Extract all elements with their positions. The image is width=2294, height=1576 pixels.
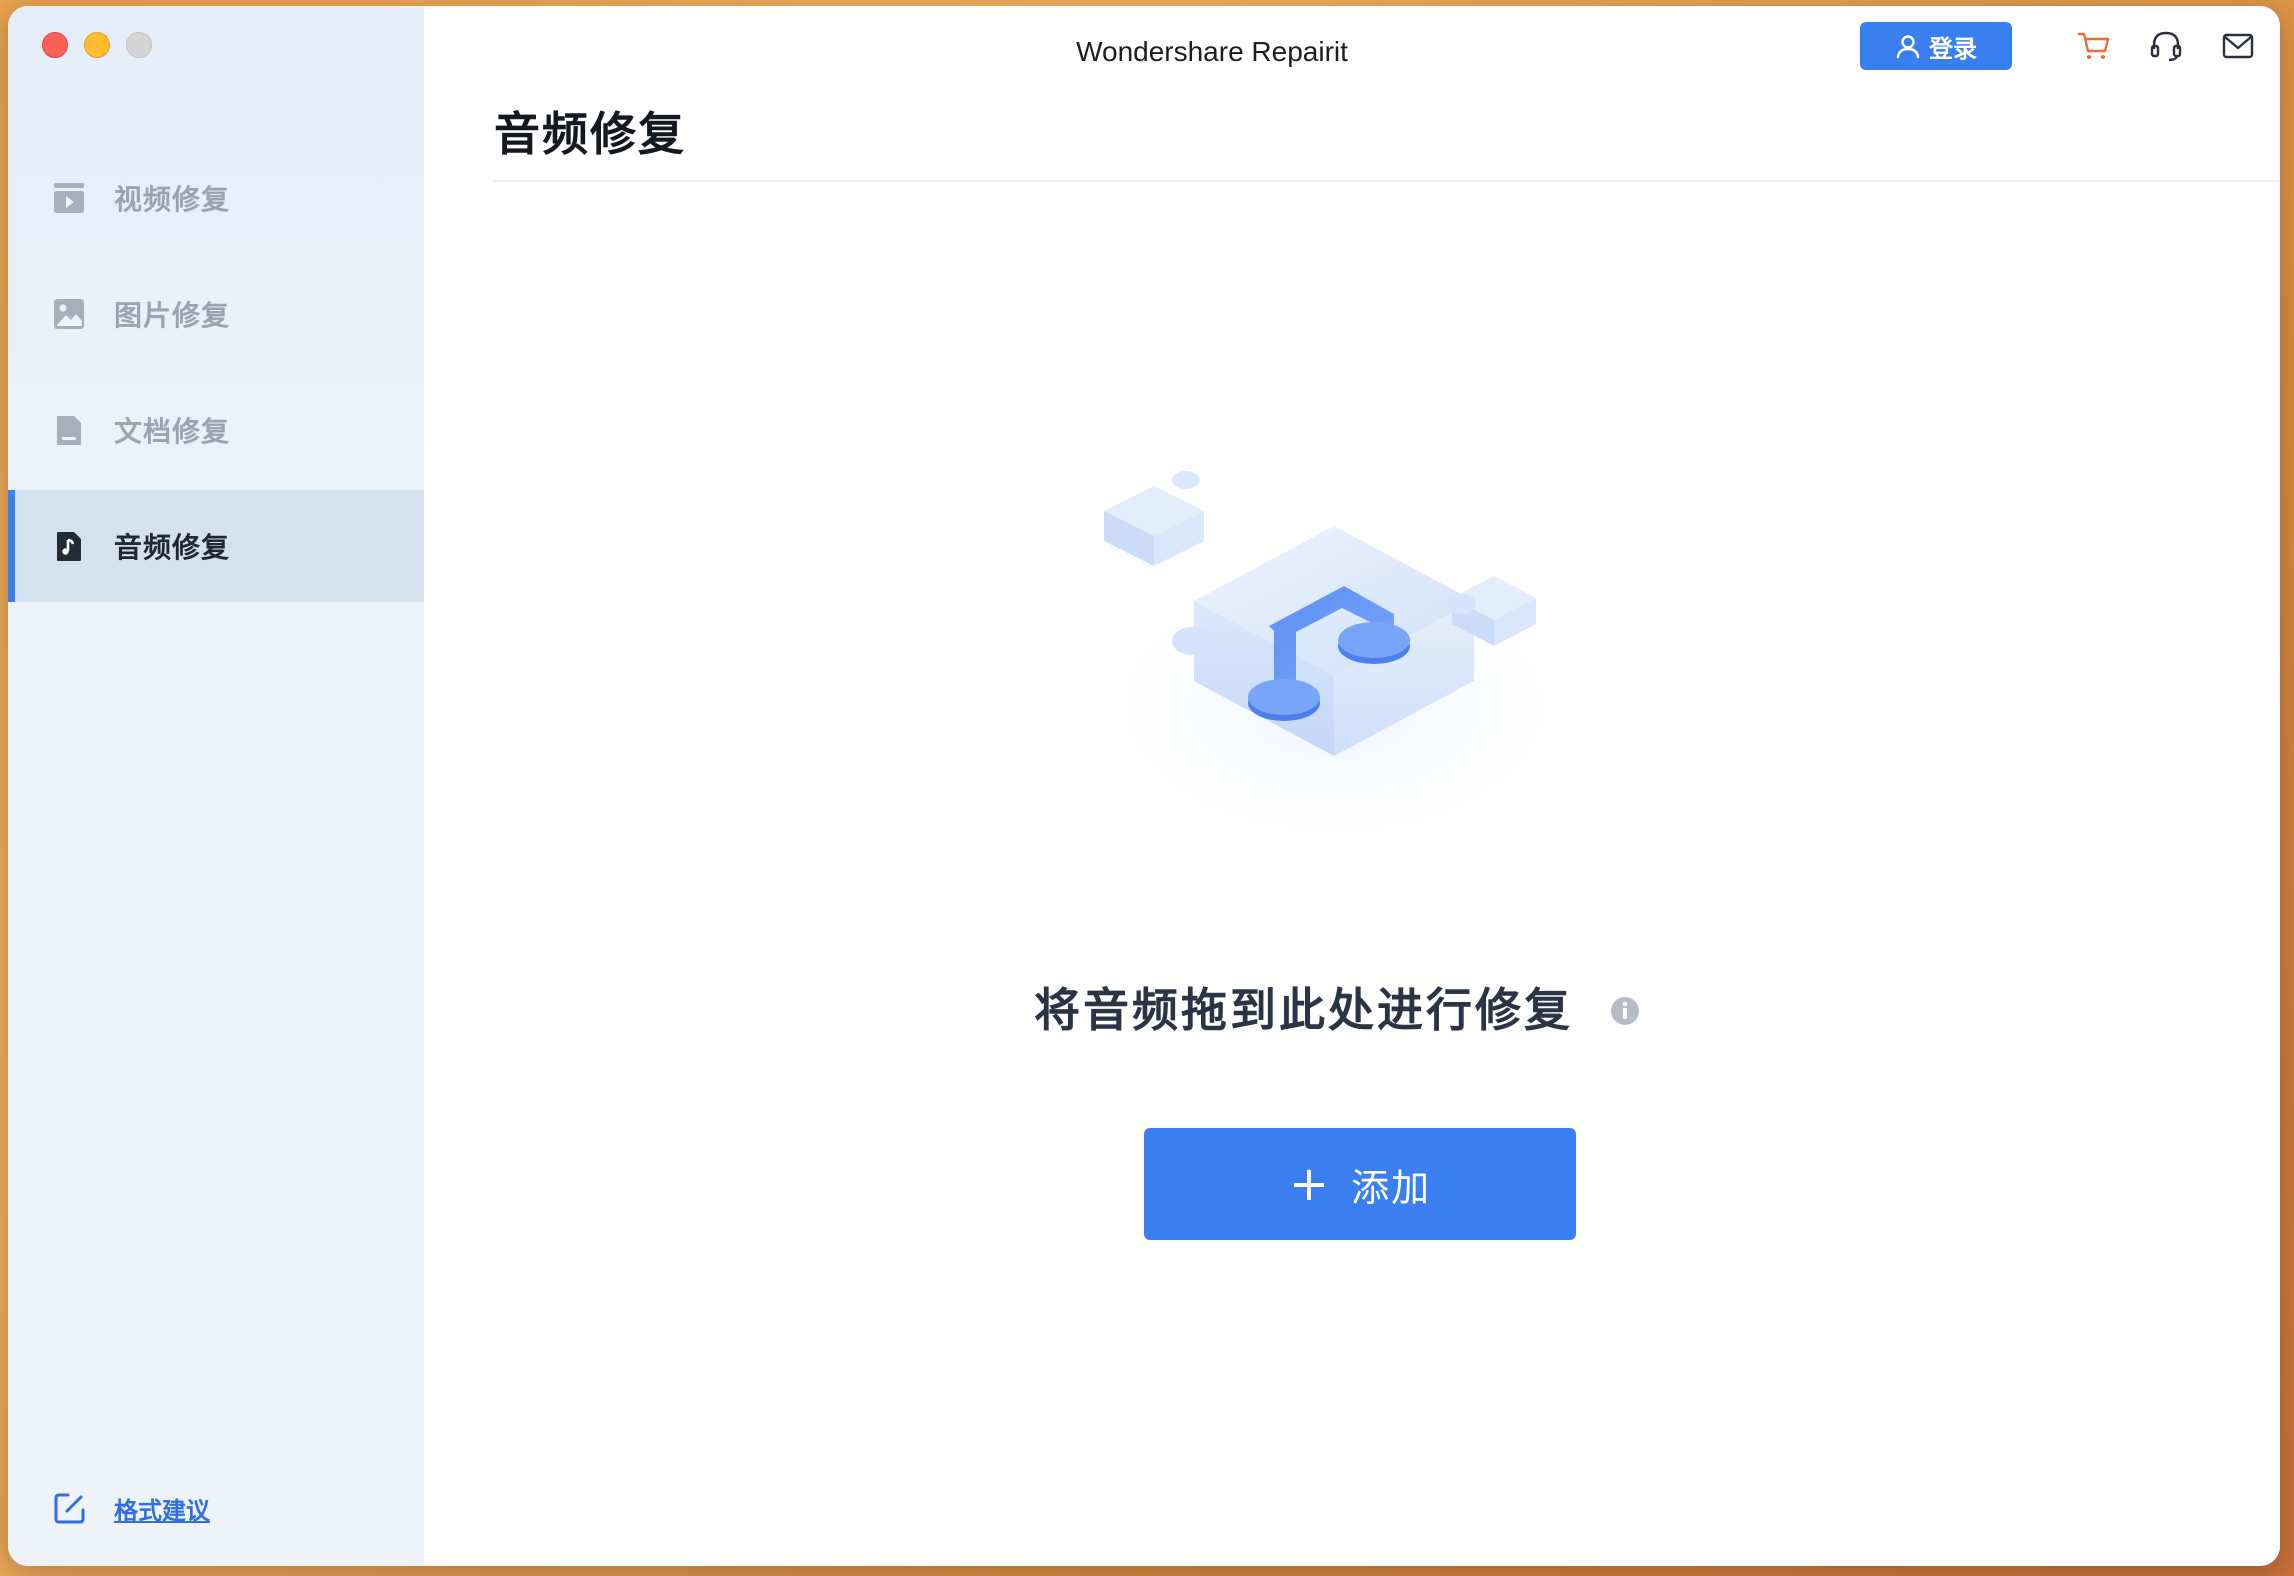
close-window-button[interactable] <box>42 32 68 58</box>
add-button-label: 添加 <box>1351 1165 1432 1210</box>
video-icon <box>52 181 86 215</box>
sidebar-item-label: 图片修复 <box>114 299 231 332</box>
sidebar-item-label: 音频修复 <box>114 531 231 564</box>
minimize-window-button[interactable] <box>84 32 110 58</box>
window-controls <box>42 32 152 58</box>
maximize-window-button[interactable] <box>126 32 152 58</box>
edit-icon <box>52 1490 88 1526</box>
sidebar: 视频修复 图片修复 文档修复 音频修复 格式建议 <box>8 6 424 1566</box>
login-button[interactable]: 登录 <box>1860 22 2012 70</box>
login-label: 登录 <box>1929 34 1977 63</box>
divider <box>494 180 2280 182</box>
plus-icon: + <box>1288 1156 1332 1212</box>
cart-icon[interactable] <box>2074 26 2114 66</box>
drop-hint-text: 将音频拖到此处进行修复 <box>424 974 2280 1041</box>
user-icon <box>1896 35 1920 59</box>
sidebar-item-video-repair[interactable]: 视频修复 <box>8 142 424 254</box>
sidebar-item-label: 视频修复 <box>114 183 231 216</box>
image-icon <box>52 297 86 331</box>
audio-file-icon <box>52 529 86 563</box>
sidebar-item-document-repair[interactable]: 文档修复 <box>8 374 424 486</box>
audio-puzzle-illustration <box>1074 456 1594 876</box>
mail-icon[interactable] <box>2218 26 2258 66</box>
top-actions: 登录 <box>1860 22 2258 70</box>
sidebar-item-audio-repair[interactable]: 音频修复 <box>8 490 424 602</box>
app-window: 视频修复 图片修复 文档修复 音频修复 格式建议 Wondershare Rep… <box>8 6 2280 1566</box>
add-file-button[interactable]: + 添加 <box>1144 1128 1576 1240</box>
sidebar-item-label: 文档修复 <box>114 415 231 448</box>
format-suggestion-label: 格式建议 <box>114 1496 210 1525</box>
main-panel: Wondershare Repairit 登录 音频修复 将音频拖到此处进行修复… <box>424 6 2280 1566</box>
headset-icon[interactable] <box>2146 26 2186 66</box>
document-icon <box>52 413 86 447</box>
sidebar-nav: 视频修复 图片修复 文档修复 音频修复 <box>8 142 424 606</box>
info-icon[interactable] <box>1610 983 1640 1037</box>
page-title: 音频修复 <box>494 107 686 161</box>
drop-hint-label: 将音频拖到此处进行修复 <box>1033 983 1573 1037</box>
sidebar-item-image-repair[interactable]: 图片修复 <box>8 258 424 370</box>
format-suggestion-link[interactable]: 格式建议 <box>52 1490 210 1526</box>
